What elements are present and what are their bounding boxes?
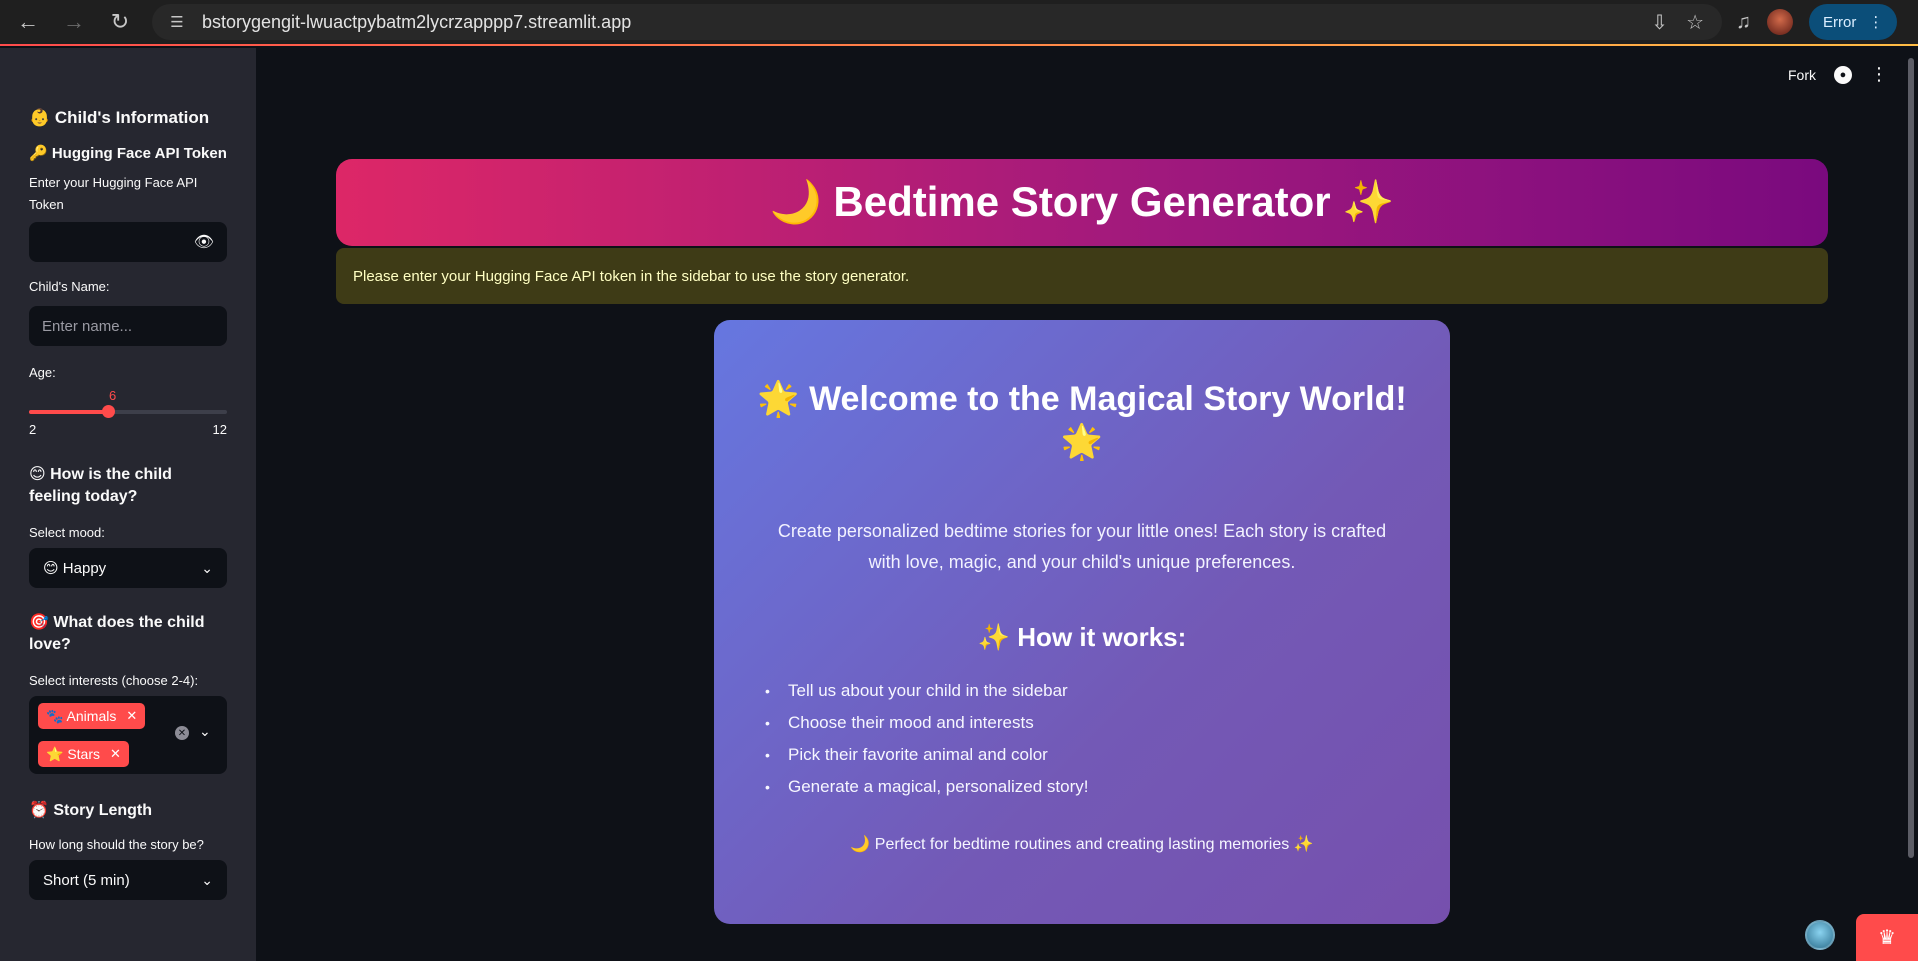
remove-tag-icon[interactable]: ✕ [126, 708, 137, 724]
interests-multiselect[interactable]: 🐾 Animals ✕ ⭐ Stars ✕ ✕ ⌄ [29, 696, 227, 774]
welcome-description: Create personalized bedtime stories for … [764, 516, 1400, 578]
crown-icon: ♛ [1878, 927, 1896, 949]
age-label: Age: [29, 365, 56, 380]
github-icon[interactable]: ● [1834, 65, 1852, 84]
main-content: Fork ● ⋮ 🌙 Bedtime Story Generator ✨ Ple… [256, 48, 1918, 961]
address-bar[interactable]: ☰ bstorygengit-lwuactpybatm2lycrzapppp7.… [152, 4, 1722, 40]
mood-label: Select mood: [29, 525, 105, 540]
list-item: • Tell us about your child in the sidebar [765, 675, 1089, 707]
top-right-toolbar: Fork ● ⋮ [1788, 64, 1888, 85]
age-value: 6 [109, 388, 117, 403]
error-button[interactable]: Error ⋮ [1809, 4, 1898, 40]
name-input[interactable]: Enter name... [29, 306, 227, 346]
eye-icon[interactable]: 👁 [194, 232, 214, 252]
interests-title-line2: love? [29, 636, 71, 653]
more-icon[interactable]: ⋮ [1870, 64, 1888, 85]
chevron-down-icon: ⌄ [201, 871, 213, 888]
remove-tag-icon[interactable]: ✕ [110, 746, 121, 762]
length-select[interactable]: Short (5 min) ⌄ [29, 860, 227, 900]
install-icon[interactable]: ⇩ [1651, 10, 1668, 35]
welcome-footer: 🌙 Perfect for bedtime routines and creat… [850, 836, 1314, 853]
age-slider[interactable]: 6 2 12 [29, 388, 227, 437]
slider-fill [29, 410, 109, 414]
mood-select[interactable]: 😊 Happy ⌄ [29, 548, 227, 588]
error-label: Error [1823, 13, 1857, 31]
list-item-text: Tell us about your child in the sidebar [788, 681, 1068, 700]
welcome-card: 🌟 Welcome to the Magical Story World! 🌟 … [714, 320, 1450, 924]
how-it-works-list: • Tell us about your child in the sidebar… [765, 675, 1089, 803]
browser-toolbar: ← → ↻ ☰ bstorygengit-lwuactpybatm2lycrza… [0, 0, 1918, 46]
child-info-title: 👶 Child's Information [29, 108, 210, 127]
interests-title-line1: 🎯 What does the child [29, 614, 205, 631]
loading-bar [0, 44, 1918, 46]
chevron-down-icon[interactable]: ⌄ [199, 723, 211, 740]
warning-text: Please enter your Hugging Face API token… [353, 267, 910, 285]
interest-tag-animals[interactable]: 🐾 Animals ✕ [38, 703, 146, 729]
list-item-text: Generate a magical, personalized story! [788, 777, 1089, 796]
interests-label: Select interests (choose 2-4): [29, 673, 199, 688]
list-item-text: Pick their favorite animal and color [788, 745, 1048, 764]
age-min: 2 [29, 422, 37, 437]
list-item: • Generate a magical, personalized story! [765, 771, 1089, 803]
interest-tag-label: ⭐ Stars [46, 745, 100, 762]
welcome-title-line1: 🌟 Welcome to the Magical Story World! [757, 380, 1407, 418]
token-label-line1: Enter your Hugging Face API [29, 175, 198, 190]
token-section-title: 🔑 Hugging Face API Token [29, 145, 227, 162]
bullet-icon: • [765, 747, 770, 763]
how-it-works-title: ✨ How it works: [977, 622, 1187, 652]
name-placeholder[interactable]: Enter name... [42, 318, 132, 335]
scrollbar[interactable] [1908, 58, 1914, 858]
sidebar: 👶 Child's Information 🔑 Hugging Face API… [0, 48, 256, 961]
interest-tag-stars[interactable]: ⭐ Stars ✕ [38, 741, 129, 767]
interests-title: 🎯 What does the child love? [29, 612, 227, 656]
streamlit-badge[interactable]: ♛ [1856, 914, 1918, 961]
clear-icon[interactable]: ✕ [175, 726, 189, 740]
fork-button[interactable]: Fork [1788, 67, 1816, 83]
bullet-icon: • [765, 715, 770, 731]
page-title-banner: 🌙 Bedtime Story Generator ✨ [336, 159, 1828, 246]
length-title: ⏰ Story Length [29, 802, 153, 819]
slider-thumb[interactable] [102, 405, 116, 418]
length-label: How long should the story be? [29, 837, 204, 852]
viewer-avatar[interactable] [1805, 920, 1835, 950]
profile-avatar[interactable] [1767, 9, 1793, 35]
warning-alert: Please enter your Hugging Face API token… [336, 248, 1828, 304]
age-max: 12 [212, 422, 227, 437]
mood-selected: 😊 Happy [43, 560, 107, 577]
name-label: Child's Name: [29, 279, 110, 294]
back-arrow-icon[interactable]: ← [10, 4, 46, 40]
mood-title-line2: feeling today? [29, 488, 138, 505]
url-text[interactable]: bstorygengit-lwuactpybatm2lycrzapppp7.st… [202, 12, 631, 33]
bullet-icon: • [765, 683, 770, 699]
mood-title-line1: 😊 How is the child [29, 466, 172, 483]
welcome-title-line2: 🌟 [1060, 423, 1104, 461]
interest-tag-label: 🐾 Animals [46, 707, 117, 724]
bullet-icon: • [765, 779, 770, 795]
welcome-desc-line2: with love, magic, and your child's uniqu… [868, 552, 1296, 572]
welcome-desc-line1: Create personalized bedtime stories for … [777, 521, 1387, 541]
list-item: • Choose their mood and interests [765, 707, 1089, 739]
reload-icon[interactable]: ↻ [102, 4, 138, 40]
forward-arrow-icon[interactable]: → [56, 4, 92, 40]
token-label-line2: Token [29, 197, 64, 212]
token-input[interactable]: 👁 [29, 222, 227, 262]
length-selected: Short (5 min) [43, 871, 130, 889]
chevron-down-icon: ⌄ [201, 559, 213, 576]
mood-title: 😊 How is the child feeling today? [29, 464, 227, 508]
media-icon[interactable]: ♫ [1736, 11, 1751, 34]
token-label: Enter your Hugging Face API Token [29, 172, 227, 216]
welcome-title: 🌟 Welcome to the Magical Story World! 🌟 [754, 378, 1410, 464]
site-info-icon[interactable]: ☰ [166, 11, 188, 33]
list-item-text: Choose their mood and interests [788, 713, 1034, 732]
more-icon: ⋮ [1868, 14, 1884, 31]
page-title: 🌙 Bedtime Story Generator ✨ [769, 178, 1395, 225]
star-icon[interactable]: ☆ [1686, 10, 1704, 35]
list-item: • Pick their favorite animal and color [765, 739, 1089, 771]
slider-track[interactable] [29, 410, 227, 414]
